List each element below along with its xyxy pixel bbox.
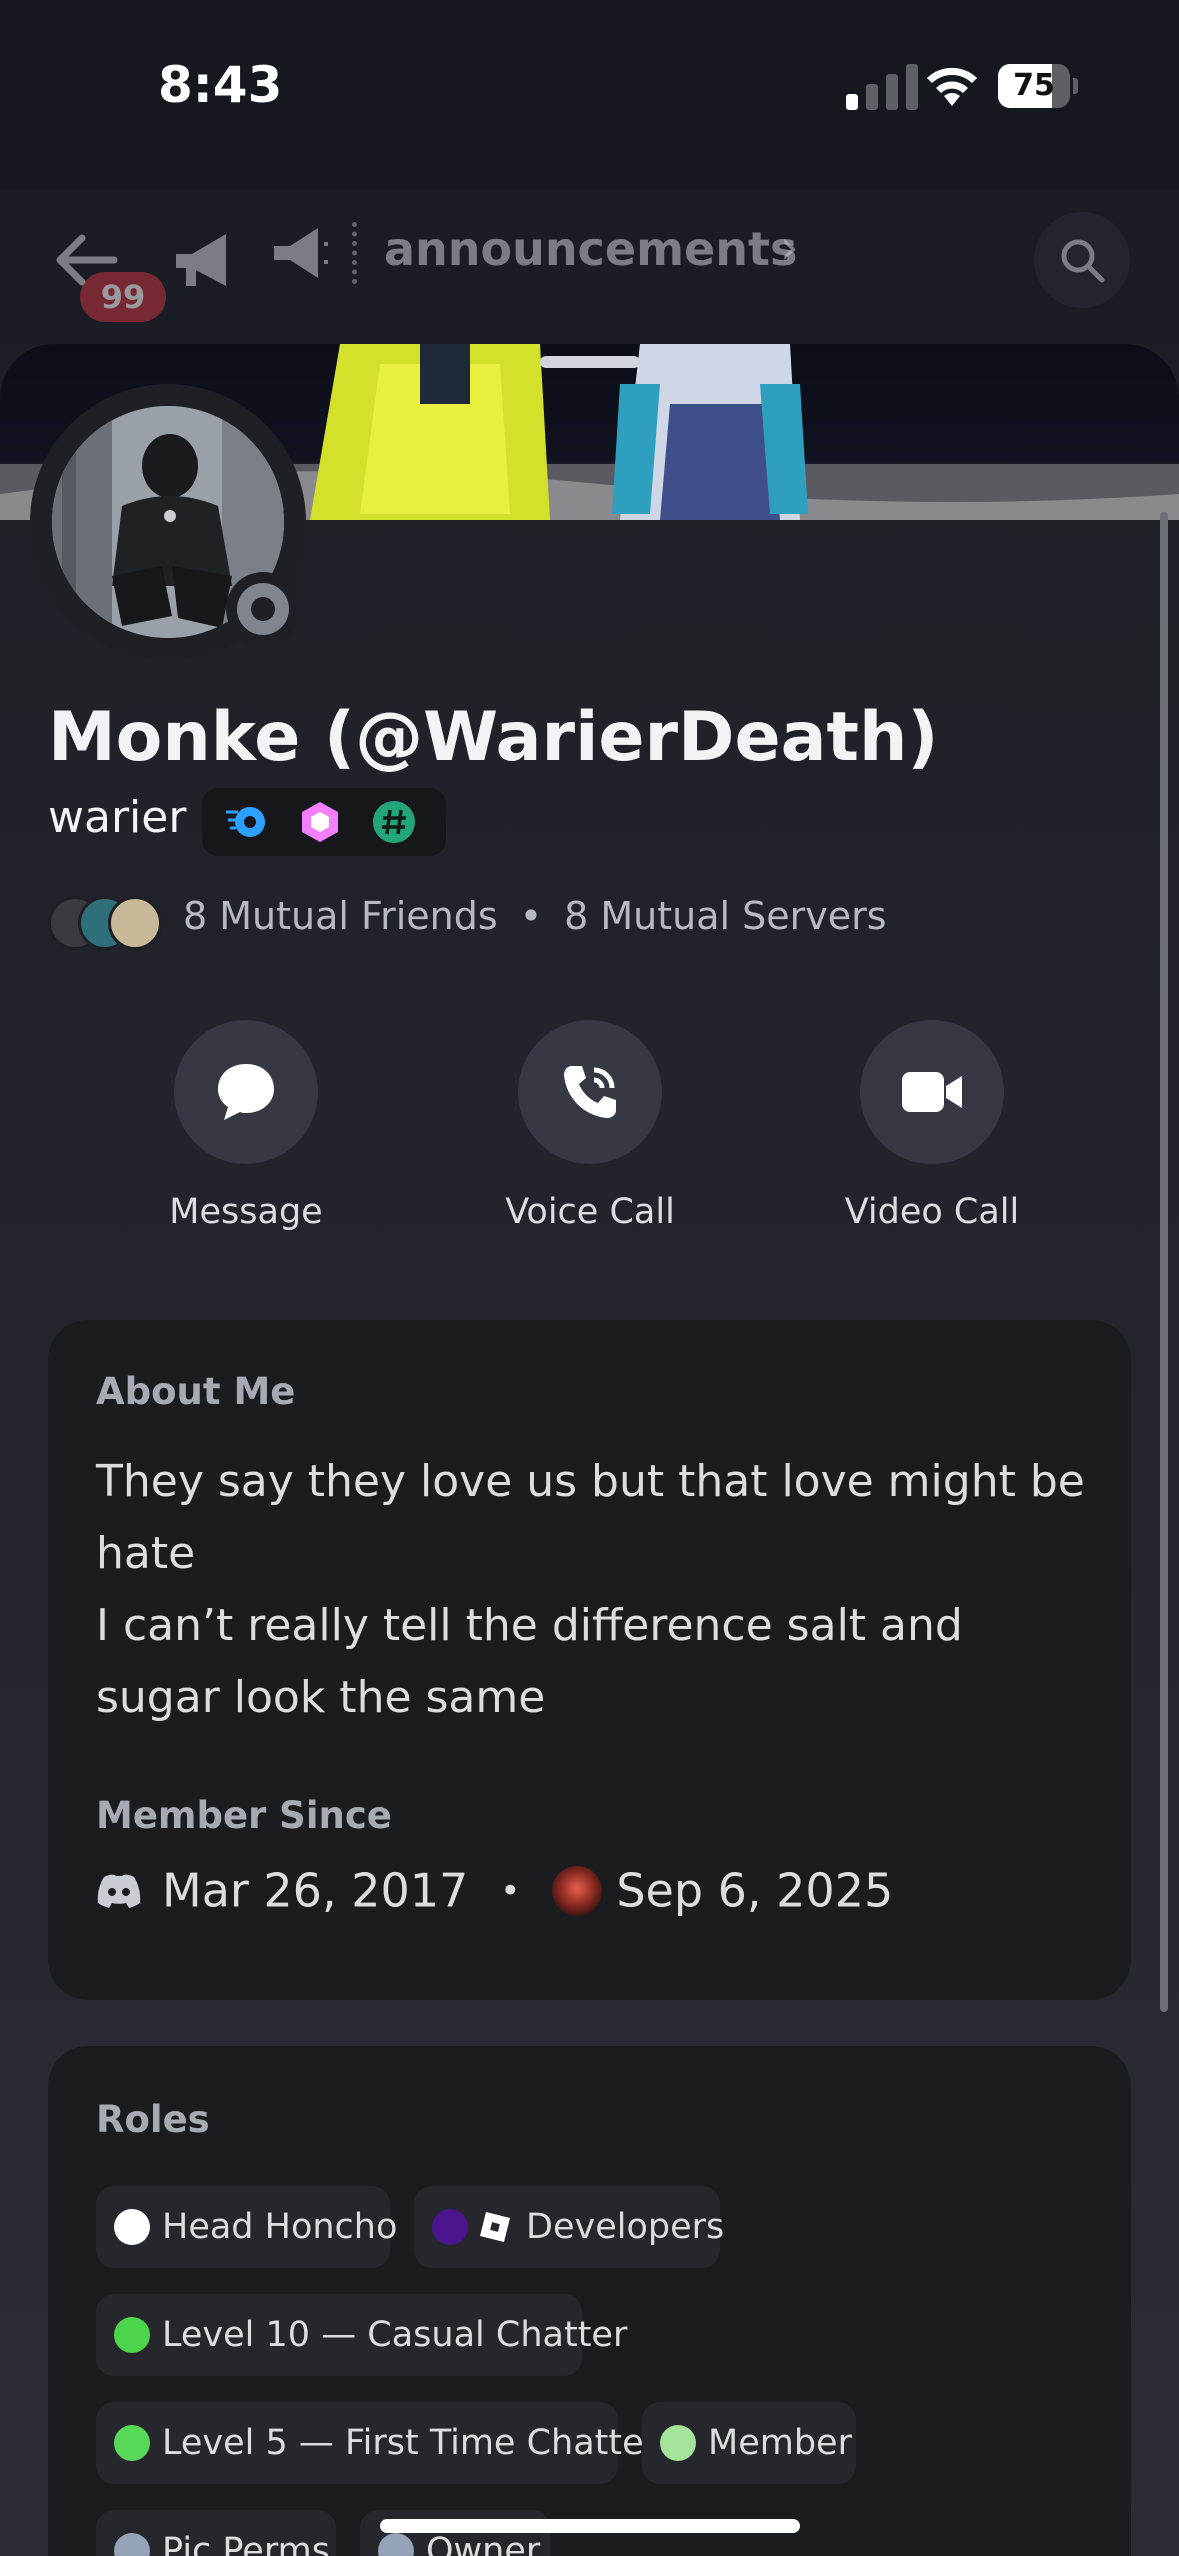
role-label: Pic Perms [162,2531,330,2556]
role-chip[interactable]: Head Honcho [96,2186,397,2268]
video-call-label: Video Call [844,1192,1020,1232]
discord-join-date: Mar 26, 2017 [162,1863,469,1918]
video-call-button-circle[interactable] [860,1020,1004,1164]
discord-logo-icon [97,1874,141,1908]
role-chip[interactable]: Member [642,2402,856,2484]
role-color-dot [114,2533,150,2556]
channel-name[interactable]: announcements [384,222,797,276]
unread-count-badge: 99 [80,272,166,322]
about-me-line: They say they love us but that love migh… [96,1456,1085,1579]
roles-heading: Roles [96,2098,210,2141]
mutual-friends-avatars[interactable] [48,896,168,950]
voice-call-button-circle[interactable] [518,1020,662,1164]
mutual-avatar [108,896,162,950]
role-color-dot [114,2209,150,2245]
battery-body: 75 [998,64,1070,108]
battery-indicator: 75 [998,64,1078,108]
cellular-signal-icon [846,64,918,110]
role-chip[interactable]: Developers [414,2186,724,2268]
status-bar: 8:43 75 [0,0,1179,190]
scrollbar[interactable] [1160,512,1168,2012]
server-icon [552,1865,603,1916]
video-call-button[interactable]: Video Call [822,1020,1042,1232]
about-me-heading: About Me [96,1370,296,1413]
role-color-dot [114,2425,150,2461]
roles-card: Roles Head Honcho Developers Level 10 — … [48,2046,1131,2556]
username: warier [48,792,187,843]
member-since-separator: • [500,1870,521,1911]
about-me-text: They say they love us but that love migh… [96,1446,1086,1734]
offline-status-icon [237,583,289,635]
role-color-dot [114,2317,150,2353]
role-label: Head Honcho [162,2207,398,2247]
about-me-card: About Me They say they love us but that … [48,1320,1131,2000]
role-chip[interactable]: Level 10 — Casual Chatter [96,2294,627,2376]
role-chip[interactable]: Owner [360,2510,550,2556]
boost-badge-icon[interactable] [298,800,342,844]
role-label: Developers [526,2207,725,2247]
role-label: Owner [426,2531,541,2556]
role-color-dot [660,2425,696,2461]
status-indicator [226,572,300,646]
message-label: Message [169,1192,323,1232]
mutual-friends-link[interactable]: 8 Mutual Friends [183,894,498,938]
chat-bubble-icon [218,1064,274,1120]
announcement-icon [176,234,226,286]
message-button[interactable]: Message [136,1020,356,1232]
role-chip[interactable]: Pic Perms [96,2510,336,2556]
search-button[interactable] [1034,212,1130,308]
chevron-right-icon: › [780,220,799,274]
display-name: Monke (@WarierDeath) [48,698,939,777]
video-camera-icon [902,1072,962,1112]
member-since-row: Mar 26, 2017 • Sep 6, 2025 [96,1860,893,1930]
roblox-icon [480,2212,510,2242]
role-color-dot [432,2209,468,2245]
profile-sheet: Monke (@WarierDeath) warier 8 Mutual Fri… [0,344,1179,2556]
voice-call-button[interactable]: Voice Call [480,1020,700,1232]
battery-cap [1073,78,1078,94]
mutual-info: 8 Mutual Friends • 8 Mutual Servers [183,894,887,938]
wifi-icon [927,67,977,106]
megaphone-icon [274,228,328,278]
mutual-servers-link[interactable]: 8 Mutual Servers [564,894,886,938]
phone-icon [564,1066,616,1118]
status-time: 8:43 [158,56,283,114]
about-me-line: I can’t really tell the difference salt … [96,1600,963,1723]
voice-call-label: Voice Call [505,1192,675,1232]
search-icon [1061,239,1105,283]
battery-percent: 75 [1013,68,1055,103]
sheet-grabber[interactable] [540,356,640,368]
home-indicator[interactable] [380,2519,800,2533]
server-join-date: Sep 6, 2025 [616,1863,894,1918]
role-color-dot [378,2533,414,2556]
nitro-badge-icon[interactable] [224,800,268,844]
mutual-separator: • [519,894,543,938]
header-divider [352,222,363,284]
role-label: Level 5 — First Time Chatter [162,2423,659,2463]
hashtag-badge-icon[interactable] [372,800,416,844]
role-label: Level 10 — Casual Chatter [162,2315,628,2355]
role-label: Member [708,2423,852,2463]
member-since-heading: Member Since [96,1794,392,1837]
badge-list [202,788,446,856]
role-chip[interactable]: Level 5 — First Time Chatter [96,2402,658,2484]
message-button-circle[interactable] [174,1020,318,1164]
